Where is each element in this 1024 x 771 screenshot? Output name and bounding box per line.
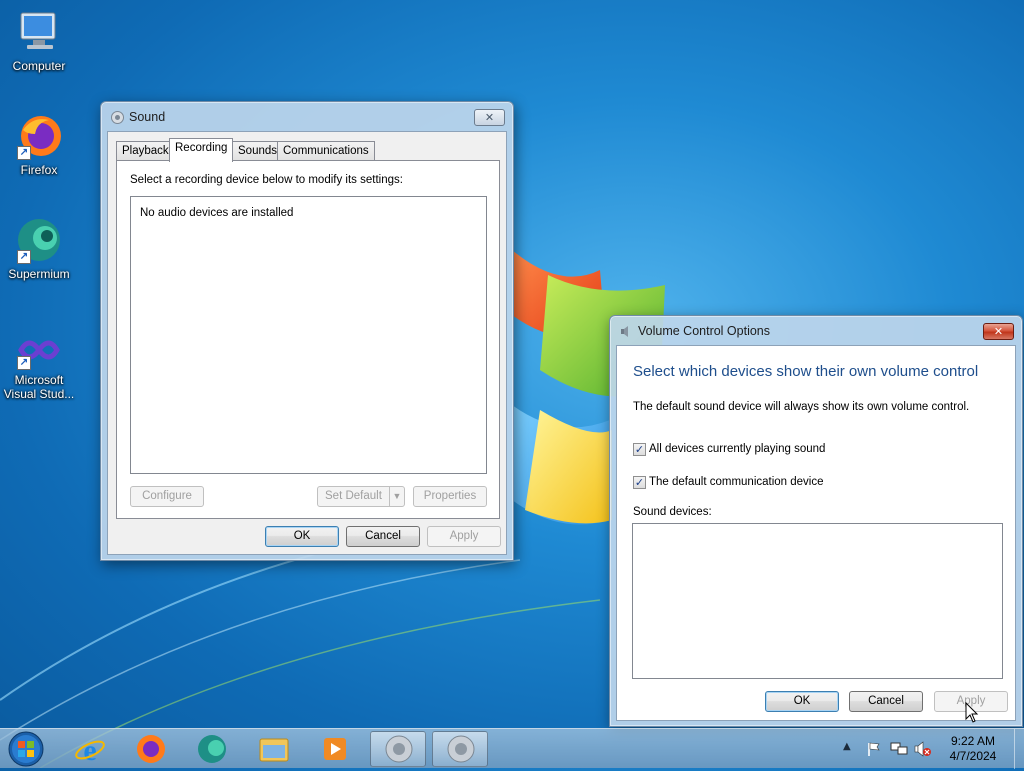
shortcut-arrow-icon: ↗ (17, 146, 31, 160)
tab-sounds[interactable]: Sounds (232, 141, 284, 161)
configure-button[interactable]: Configure (130, 486, 204, 507)
checkbox-communication-device-label[interactable]: The default communication device (649, 476, 824, 488)
tab-communications[interactable]: Communications (277, 141, 375, 161)
computer-icon (15, 8, 63, 56)
taskbar-volume-window[interactable] (432, 731, 488, 767)
clock-time: 9:22 AM (950, 734, 996, 748)
volume-control-options-window[interactable]: Volume Control Options ✕ Select which de… (609, 315, 1023, 727)
taskbar-internet-explorer[interactable]: e (62, 731, 118, 767)
mouse-cursor-icon (965, 702, 979, 723)
ok-button[interactable]: OK (765, 691, 839, 712)
sound-window[interactable]: Sound ✕ Playback Recording Sounds Commun… (100, 101, 514, 561)
clock[interactable]: 9:22 AM 4/7/2024 (943, 734, 1003, 764)
volume-titlebar[interactable]: Volume Control Options ✕ (610, 316, 1022, 346)
checkbox-playing-sound[interactable]: ✓ (633, 443, 646, 456)
start-orb-icon (8, 731, 44, 767)
supermium-icon (198, 735, 226, 763)
shortcut-arrow-icon: ↗ (17, 356, 31, 370)
show-desktop-button[interactable] (1014, 729, 1024, 769)
recording-device-list[interactable]: No audio devices are installed (130, 196, 487, 474)
desktop-icon-label: Computer (12, 59, 66, 73)
internet-explorer-icon: e (75, 734, 105, 767)
close-icon: ✕ (993, 325, 1004, 338)
description-text: The default sound device will always sho… (633, 401, 970, 413)
set-default-label: Set Default (325, 490, 382, 502)
close-button[interactable]: ✕ (983, 323, 1014, 340)
svg-text:e: e (83, 734, 96, 767)
desktop-icon-label: Supermium (8, 267, 70, 281)
taskbar-media-player[interactable] (307, 731, 363, 767)
start-button[interactable] (6, 730, 46, 768)
clock-date: 4/7/2024 (949, 749, 997, 763)
file-explorer-icon (259, 738, 289, 762)
taskbar-firefox[interactable] (123, 731, 179, 767)
taskbar-sound-window[interactable] (370, 731, 426, 767)
tab-page: Select a recording device below to modif… (116, 160, 500, 519)
cancel-button[interactable]: Cancel (346, 526, 420, 547)
shortcut-arrow-icon: ↗ (17, 250, 31, 264)
desktop-icon-supermium[interactable]: ↗ Supermium (0, 216, 78, 281)
desktop-icon-label: Microsoft Visual Stud... (3, 373, 75, 401)
checkbox-playing-sound-label[interactable]: All devices currently playing sound (649, 443, 825, 455)
network-icon[interactable] (890, 741, 908, 757)
cancel-button[interactable]: Cancel (849, 691, 923, 712)
visual-studio-icon: ↗ (15, 330, 63, 370)
sound-icon (385, 735, 413, 763)
sound-titlebar[interactable]: Sound ✕ (101, 102, 513, 132)
window-title: Volume Control Options (638, 324, 771, 338)
desktop-icon-label: Firefox (20, 163, 58, 177)
taskbar: e ▲ 9:22 AM 4/7/2024 (0, 728, 1024, 769)
speaker-icon (621, 326, 628, 337)
checkmark-icon: ✓ (634, 476, 645, 489)
desktop-icon-firefox[interactable]: ↗ Firefox (0, 112, 78, 177)
checkmark-icon: ✓ (634, 443, 645, 456)
empty-list-message: No audio devices are installed (140, 207, 294, 219)
close-icon: ✕ (484, 111, 495, 124)
tab-playback[interactable]: Playback (116, 141, 175, 161)
firefox-icon (137, 735, 165, 763)
dialog-heading: Select which devices show their own volu… (633, 363, 979, 380)
apply-button[interactable]: Apply (427, 526, 501, 547)
sound-client-area: Playback Recording Sounds Communications… (107, 131, 507, 555)
sound-devices-list[interactable] (632, 523, 1003, 679)
ok-button[interactable]: OK (265, 526, 339, 547)
chevron-down-icon[interactable]: ▼ (389, 487, 404, 506)
show-hidden-icons-button[interactable]: ▲ (843, 741, 851, 752)
sound-devices-label: Sound devices: (633, 506, 712, 518)
supermium-icon: ↗ (15, 216, 63, 264)
speaker-icon (111, 111, 124, 124)
tab-recording[interactable]: Recording (169, 138, 234, 162)
set-default-button[interactable]: Set Default ▼ (317, 486, 405, 507)
volume-client-area: Select which devices show their own volu… (616, 345, 1016, 721)
checkbox-communication-device[interactable]: ✓ (633, 476, 646, 489)
window-title: Sound (129, 110, 166, 124)
close-button[interactable]: ✕ (474, 109, 505, 126)
media-player-icon (324, 738, 346, 760)
action-center-flag-icon[interactable] (866, 741, 882, 757)
desktop-icon-computer[interactable]: Computer (0, 8, 78, 73)
taskbar-supermium[interactable] (184, 731, 240, 767)
sound-icon (447, 735, 475, 763)
desktop-icon-visual-studio[interactable]: ↗ Microsoft Visual Stud... (0, 330, 78, 401)
firefox-icon: ↗ (15, 112, 63, 160)
taskbar-file-explorer[interactable] (246, 731, 302, 767)
volume-muted-icon[interactable] (914, 741, 932, 757)
properties-button[interactable]: Properties (413, 486, 487, 507)
instruction-text: Select a recording device below to modif… (130, 174, 403, 186)
